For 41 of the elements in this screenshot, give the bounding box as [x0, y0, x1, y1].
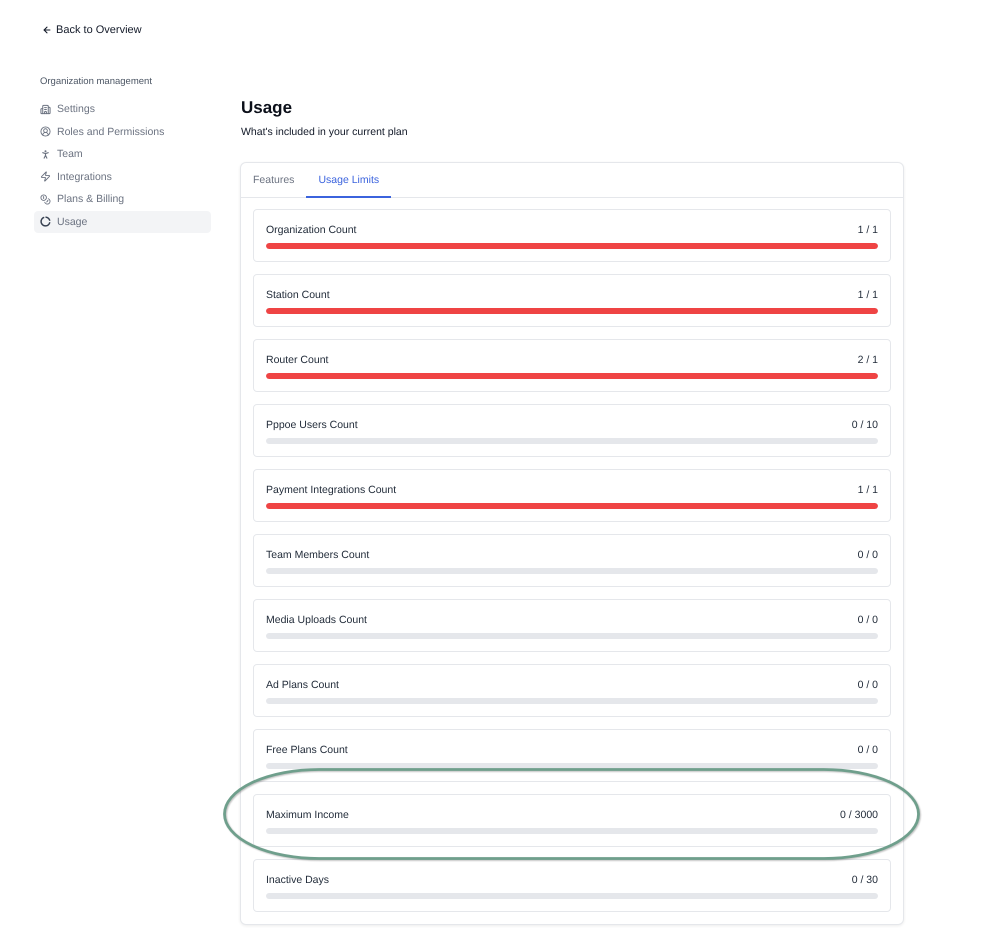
limit-name: Media Uploads Count	[266, 614, 367, 626]
limit-name: Maximum Income	[266, 809, 349, 821]
building-icon	[40, 104, 51, 115]
tab[interactable]: Features	[241, 163, 306, 198]
limit-reading: 2 / 1	[858, 354, 878, 366]
limit-name: Free Plans Count	[266, 744, 348, 756]
sidebar-heading: Organization management	[40, 76, 153, 88]
limit-reading: 0 / 3000	[840, 809, 878, 821]
limit-name: Station Count	[266, 289, 330, 301]
lightning-icon	[40, 171, 51, 182]
limit-name: Team Members Count	[266, 549, 370, 561]
sidebar-item[interactable]: Roles and Permissions	[34, 120, 211, 143]
back-link[interactable]: Back to Overview	[42, 23, 142, 37]
sidebar-item[interactable]: Plans & Billing	[34, 188, 211, 210]
coins-icon	[40, 194, 51, 205]
limit-name: Pppoe Users Count	[266, 419, 358, 431]
limit-reading: 0 / 0	[858, 614, 878, 626]
limit-name: Payment Integrations Count	[266, 484, 396, 496]
limit-reading: 1 / 1	[858, 224, 878, 236]
limit-name: Ad Plans Count	[266, 679, 339, 691]
donut-chart-icon	[40, 216, 51, 228]
person-icon	[40, 148, 51, 160]
limit-reading: 1 / 1	[858, 289, 878, 301]
sidebar-item[interactable]: Usage	[34, 210, 211, 233]
limit-name: Organization Count	[266, 224, 356, 236]
user-circle-icon	[40, 126, 51, 138]
limit-reading: 0 / 10	[852, 419, 878, 431]
limit-reading: 0 / 0	[858, 679, 878, 691]
page-subtitle: What's included in your current plan	[241, 125, 409, 139]
sidebar-item[interactable]: Integrations	[34, 166, 211, 188]
limit-reading: 0 / 0	[858, 744, 878, 756]
arrow-left-icon	[42, 25, 52, 35]
sidebar-item[interactable]: Settings	[34, 98, 211, 120]
limit-reading: 1 / 1	[858, 484, 878, 496]
page-title: Usage	[241, 97, 294, 119]
limit-reading: 0 / 0	[858, 549, 878, 561]
limit-name: Inactive Days	[266, 874, 330, 886]
sidebar-item[interactable]: Team	[34, 143, 211, 166]
limit-name: Router Count	[266, 354, 328, 366]
tab[interactable]: Usage Limits	[306, 163, 392, 198]
limit-reading: 0 / 30	[852, 874, 878, 886]
